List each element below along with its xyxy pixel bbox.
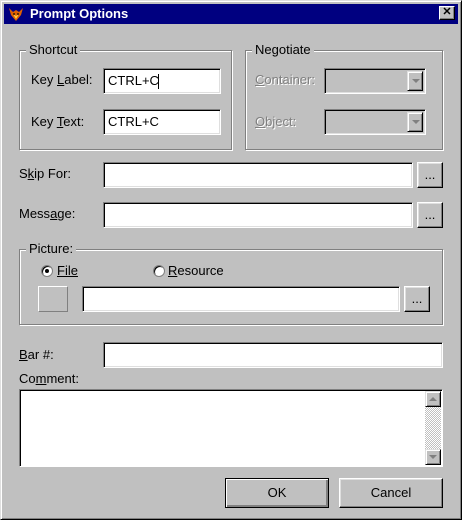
picture-browse-button[interactable]: ... [404,286,430,312]
file-radio-label[interactable]: File [57,263,78,279]
ok-button[interactable]: OK [225,478,329,508]
skip-for-browse-button[interactable]: ... [417,162,443,188]
chevron-down-icon[interactable] [407,71,423,91]
skip-for-label: Skip For: [19,166,72,181]
scroll-down-icon[interactable] [425,449,441,465]
object-dropdown[interactable] [324,109,426,135]
cancel-button[interactable]: Cancel [339,478,443,508]
key-text-value: CTRL+C [108,114,159,129]
shortcut-legend: Shortcut [26,43,81,57]
object-label: Object: [255,114,297,129]
container-label: Container: [255,72,315,87]
shortcut-group: Shortcut [19,43,232,150]
skip-for-input[interactable] [103,162,413,188]
file-radio[interactable] [41,265,53,277]
message-input[interactable] [103,202,413,228]
close-icon: ✕ [442,6,452,18]
message-label: Message: [19,206,76,221]
window-title: Prompt Options [30,6,129,21]
fox-icon [9,8,23,21]
comment-label: Comment: [19,371,79,386]
picture-path-input[interactable] [82,286,400,312]
key-label-value: CTRL+C [108,73,159,88]
negotiate-group: Negotiate [245,43,443,150]
picture-preview [38,286,68,312]
key-label-label: Key Label: [31,72,93,87]
text-caret [157,74,159,90]
prompt-options-dialog: Prompt Options ✕ Shortcut Key Label: CTR… [0,0,462,520]
scroll-up-icon[interactable] [425,391,441,407]
key-text-input[interactable]: CTRL+C [103,109,221,135]
resource-radio-label[interactable]: Resource [168,263,224,279]
container-dropdown[interactable] [324,68,426,94]
comment-textarea[interactable] [19,389,443,467]
resource-radio[interactable] [153,265,165,277]
title-bar[interactable]: Prompt Options ✕ [4,4,458,24]
bar-number-input[interactable] [103,342,443,368]
chevron-down-icon[interactable] [407,112,423,132]
key-label-input[interactable]: CTRL+C [103,68,221,94]
negotiate-legend: Negotiate [252,43,314,57]
message-browse-button[interactable]: ... [417,202,443,228]
bar-number-label: Bar #: [19,347,54,362]
picture-legend: Picture: [26,242,77,256]
key-text-label: Key Text: [31,114,85,129]
comment-scrollbar[interactable] [425,391,441,465]
close-button[interactable]: ✕ [439,6,455,20]
